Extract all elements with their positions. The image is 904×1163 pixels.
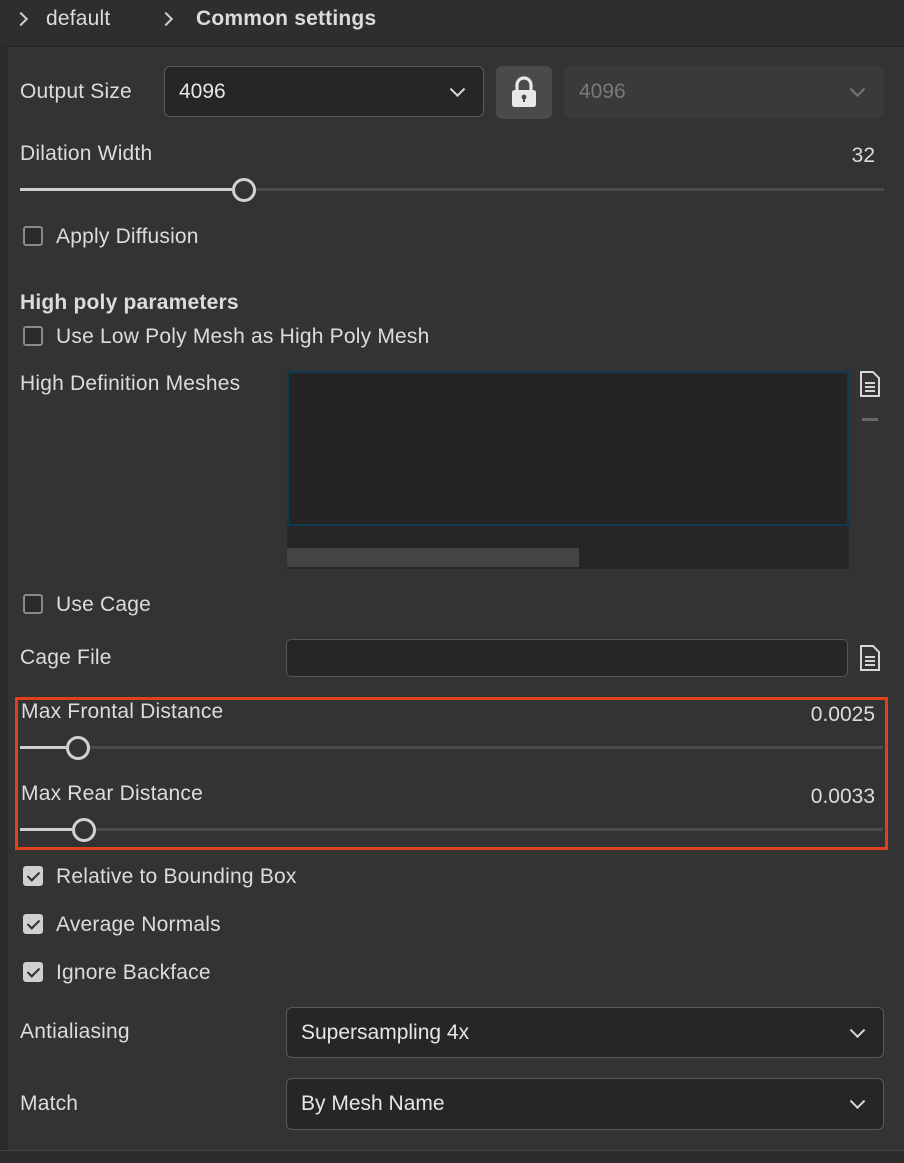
dilation-width-label: Dilation Width — [20, 142, 153, 165]
file-browse-icon[interactable] — [858, 644, 882, 672]
average-normals-checkbox[interactable] — [23, 914, 43, 934]
linked-output-size-value: 4096 — [579, 80, 626, 103]
chevron-right-icon — [13, 11, 29, 27]
use-low-poly-checkbox[interactable] — [23, 326, 43, 346]
max-rear-distance-slider-thumb[interactable] — [72, 818, 96, 842]
max-rear-distance-fill — [20, 828, 72, 831]
use-low-poly-label: Use Low Poly Mesh as High Poly Mesh — [56, 325, 430, 348]
file-add-icon[interactable] — [858, 370, 882, 398]
chevron-down-icon — [449, 80, 466, 97]
apply-diffusion-checkbox[interactable] — [23, 226, 43, 246]
max-rear-distance-label: Max Rear Distance — [21, 782, 203, 805]
max-frontal-distance-value: 0.0025 — [810, 703, 875, 726]
apply-diffusion-label: Apply Diffusion — [56, 225, 199, 248]
breadcrumb: default Common settings — [0, 0, 904, 47]
output-size-select[interactable]: 4096 — [164, 66, 484, 117]
lock-icon — [512, 76, 536, 107]
relative-to-bounding-box-label: Relative to Bounding Box — [56, 865, 297, 888]
use-cage-checkbox[interactable] — [23, 594, 43, 614]
antialiasing-value: Supersampling 4x — [301, 1020, 470, 1044]
antialiasing-select[interactable]: Supersampling 4x — [286, 1007, 884, 1058]
chevron-down-icon — [849, 1021, 866, 1038]
match-select[interactable]: By Mesh Name — [286, 1078, 884, 1130]
breadcrumb-item-default[interactable]: default — [46, 7, 110, 31]
max-frontal-distance-track[interactable] — [20, 746, 883, 749]
ignore-backface-checkbox[interactable] — [23, 962, 43, 982]
high-poly-heading: High poly parameters — [20, 291, 239, 314]
left-gutter — [0, 46, 8, 1150]
max-frontal-distance-slider-thumb[interactable] — [66, 736, 90, 760]
max-frontal-distance-fill — [20, 746, 66, 749]
remove-icon[interactable] — [862, 418, 878, 421]
meshes-list-area[interactable] — [287, 371, 849, 526]
match-value: By Mesh Name — [301, 1092, 445, 1115]
dilation-width-value: 32 — [851, 144, 875, 167]
horizontal-scrollbar[interactable] — [287, 548, 579, 567]
average-normals-label: Average Normals — [56, 913, 221, 936]
chevron-down-icon — [849, 81, 866, 98]
dilation-width-fill — [20, 188, 232, 191]
cage-file-input[interactable] — [286, 639, 848, 677]
chevron-right-icon — [158, 11, 174, 27]
lock-button[interactable] — [496, 66, 552, 119]
max-rear-distance-track[interactable] — [20, 828, 883, 831]
output-size-value: 4096 — [179, 79, 226, 103]
high-definition-meshes-label: High Definition Meshes — [20, 372, 241, 395]
match-label: Match — [20, 1092, 79, 1115]
panel-bottom-edge — [0, 1150, 904, 1163]
use-cage-label: Use Cage — [56, 593, 151, 616]
antialiasing-label: Antialiasing — [20, 1020, 130, 1043]
max-frontal-distance-label: Max Frontal Distance — [21, 700, 224, 723]
output-size-label: Output Size — [20, 80, 132, 103]
chevron-down-icon — [849, 1093, 866, 1110]
relative-to-bounding-box-checkbox[interactable] — [23, 866, 43, 886]
dilation-width-slider-thumb[interactable] — [232, 178, 256, 202]
max-rear-distance-value: 0.0033 — [810, 785, 875, 808]
cage-file-label: Cage File — [20, 646, 112, 669]
linked-output-size-select: 4096 — [564, 66, 884, 118]
ignore-backface-label: Ignore Backface — [56, 961, 211, 984]
high-definition-meshes-list[interactable] — [287, 371, 849, 569]
breadcrumb-item-common-settings[interactable]: Common settings — [196, 7, 376, 31]
